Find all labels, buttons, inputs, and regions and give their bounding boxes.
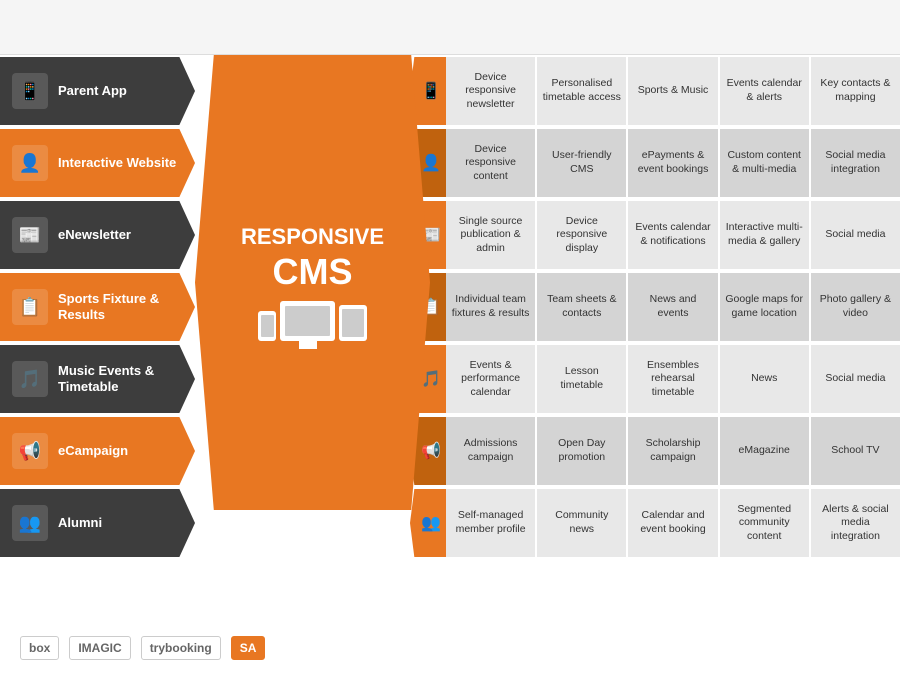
- cell-2-2: Events calendar & notifications: [628, 201, 717, 269]
- cell-6-3: Segmented community content: [720, 489, 809, 557]
- enewsletter-icon: 📰: [12, 217, 48, 253]
- logo-trybooking: trybooking: [141, 636, 221, 660]
- cell-5-4: School TV: [811, 417, 900, 485]
- cell-3-4: Photo gallery & video: [811, 273, 900, 341]
- right-row-1-cells: Device responsive contentUser-friendly C…: [446, 129, 900, 197]
- parent-app-icon: 📱: [12, 73, 48, 109]
- cell-3-0: Individual team fixtures & results: [446, 273, 535, 341]
- cell-6-0: Self-managed member profile: [446, 489, 535, 557]
- monitor-icon: [280, 301, 335, 341]
- cell-1-2: ePayments & event bookings: [628, 129, 717, 197]
- left-item-ecampaign: 📢 eCampaign: [0, 415, 195, 487]
- left-item-enewsletter: 📰 eNewsletter: [0, 199, 195, 271]
- alumni-icon: 👥: [12, 505, 48, 541]
- cell-3-3: Google maps for game location: [720, 273, 809, 341]
- cell-2-3: Interactive multi-media & gallery: [720, 201, 809, 269]
- cell-0-1: Personalised timetable access: [537, 57, 626, 125]
- cell-4-2: Ensembles rehearsal timetable: [628, 345, 717, 413]
- cell-4-1: Lesson timetable: [537, 345, 626, 413]
- cell-2-0: Single source publication & admin: [446, 201, 535, 269]
- cell-3-1: Team sheets & contacts: [537, 273, 626, 341]
- interactive-website-label: Interactive Website: [58, 155, 176, 171]
- cell-6-4: Alerts & social media integration: [811, 489, 900, 557]
- cell-1-3: Custom content & multi-media: [720, 129, 809, 197]
- cell-4-4: Social media: [811, 345, 900, 413]
- left-item-music-events: 🎵 Music Events & Timetable: [0, 343, 195, 415]
- right-panel: 📱Device responsive newsletterPersonalise…: [410, 55, 900, 559]
- ecampaign-icon: 📢: [12, 433, 48, 469]
- cell-5-3: eMagazine: [720, 417, 809, 485]
- diagram-container: 📱 Parent App 👤 Interactive Website 📰 eNe…: [0, 0, 900, 680]
- right-row-6-cells: Self-managed member profileCommunity new…: [446, 489, 900, 557]
- interactive-website-icon: 👤: [12, 145, 48, 181]
- right-row-0-cells: Device responsive newsletterPersonalised…: [446, 57, 900, 125]
- cell-3-2: News and events: [628, 273, 717, 341]
- cell-5-0: Admissions campaign: [446, 417, 535, 485]
- cell-1-1: User-friendly CMS: [537, 129, 626, 197]
- cell-1-4: Social media integration: [811, 129, 900, 197]
- logo-sa: SA: [231, 636, 266, 660]
- bottom-logos: box IMAGIC trybooking SA: [20, 636, 320, 660]
- cms-subtitle: CMS: [273, 251, 353, 293]
- sports-fixture-label: Sports Fixture & Results: [58, 291, 195, 322]
- cell-0-4: Key contacts & mapping: [811, 57, 900, 125]
- right-row-2: 📰Single source publication & adminDevice…: [410, 199, 900, 271]
- music-events-icon: 🎵: [12, 361, 48, 397]
- right-row-0: 📱Device responsive newsletterPersonalise…: [410, 55, 900, 127]
- logo-imagic: IMAGIC: [69, 636, 130, 660]
- sports-fixture-icon: 📋: [12, 289, 48, 325]
- cell-5-1: Open Day promotion: [537, 417, 626, 485]
- cell-2-4: Social media: [811, 201, 900, 269]
- enewsletter-label: eNewsletter: [58, 227, 131, 243]
- cell-1-0: Device responsive content: [446, 129, 535, 197]
- music-events-label: Music Events & Timetable: [58, 363, 195, 394]
- ecampaign-label: eCampaign: [58, 443, 128, 459]
- left-item-interactive-website: 👤 Interactive Website: [0, 127, 195, 199]
- left-item-parent-app: 📱 Parent App: [0, 55, 195, 127]
- device-icons: [258, 301, 367, 341]
- left-item-alumni: 👥 Alumni: [0, 487, 195, 559]
- right-row-4: 🎵Events & performance calendarLesson tim…: [410, 343, 900, 415]
- cell-4-0: Events & performance calendar: [446, 345, 535, 413]
- cell-2-1: Device responsive display: [537, 201, 626, 269]
- cell-6-2: Calendar and event booking: [628, 489, 717, 557]
- header-bar: [0, 0, 900, 55]
- right-row-5-cells: Admissions campaignOpen Day promotionSch…: [446, 417, 900, 485]
- right-row-3-cells: Individual team fixtures & resultsTeam s…: [446, 273, 900, 341]
- cell-6-1: Community news: [537, 489, 626, 557]
- cms-title: RESPONSIVE: [241, 224, 384, 250]
- logo-box: box: [20, 636, 59, 660]
- phone-icon: [258, 311, 276, 341]
- right-row-5: 📢Admissions campaignOpen Day promotionSc…: [410, 415, 900, 487]
- alumni-label: Alumni: [58, 515, 102, 531]
- right-row-6-icon: 👥: [410, 489, 446, 557]
- cell-5-2: Scholarship campaign: [628, 417, 717, 485]
- center-cms-box: RESPONSIVE CMS: [195, 55, 430, 510]
- right-row-4-cells: Events & performance calendarLesson time…: [446, 345, 900, 413]
- right-row-1: 👤Device responsive contentUser-friendly …: [410, 127, 900, 199]
- cell-0-0: Device responsive newsletter: [446, 57, 535, 125]
- right-row-6: 👥Self-managed member profileCommunity ne…: [410, 487, 900, 559]
- tablet-icon: [339, 305, 367, 341]
- right-row-2-cells: Single source publication & adminDevice …: [446, 201, 900, 269]
- left-item-sports-fixture: 📋 Sports Fixture & Results: [0, 271, 195, 343]
- right-row-3: 📋Individual team fixtures & resultsTeam …: [410, 271, 900, 343]
- cell-0-3: Events calendar & alerts: [720, 57, 809, 125]
- cell-0-2: Sports & Music: [628, 57, 717, 125]
- cell-4-3: News: [720, 345, 809, 413]
- parent-app-label: Parent App: [58, 83, 127, 99]
- left-panel: 📱 Parent App 👤 Interactive Website 📰 eNe…: [0, 55, 195, 559]
